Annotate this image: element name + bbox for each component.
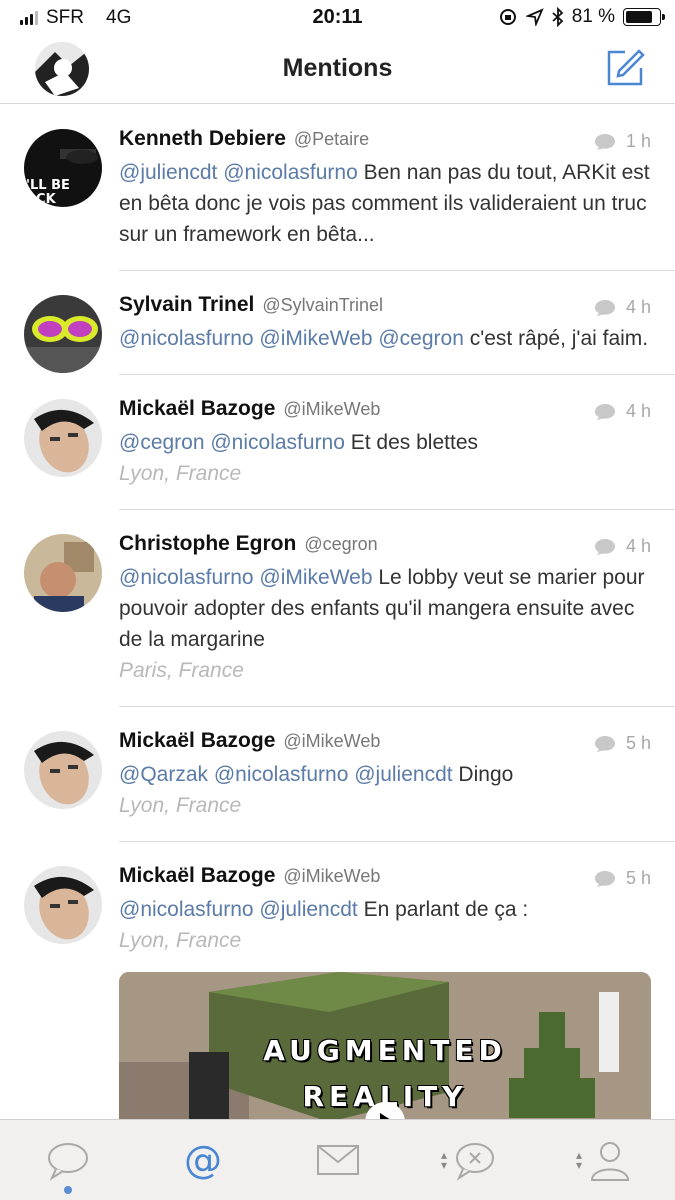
mentions-icon: @ xyxy=(184,1138,222,1182)
status-right: 81 % xyxy=(498,6,665,28)
author-name[interactable]: Christophe Egron xyxy=(119,532,296,556)
tweet-mentions[interactable]: @nicolasfurno @iMikeWeb xyxy=(119,566,373,589)
author-handle[interactable]: @iMikeWeb xyxy=(283,731,380,752)
battery-fill xyxy=(626,11,652,23)
tweet-mentions[interactable]: @cegron @nicolasfurno xyxy=(119,431,345,454)
tweet-meta: 5 h xyxy=(594,868,651,889)
tweet-location: Paris, France xyxy=(119,659,244,682)
tweet-location: Lyon, France xyxy=(119,794,242,817)
author-name[interactable]: Kenneth Debiere xyxy=(119,127,286,151)
tweet-header: Christophe Egron @cegron xyxy=(119,532,651,560)
tweet-time: 4 h xyxy=(625,297,651,317)
battery-icon xyxy=(623,8,665,26)
tweet-location: Lyon, France xyxy=(119,929,242,952)
tab-bar: @ ▴ ▾ ▴ ▾ xyxy=(0,1119,675,1200)
reply-bubble-icon xyxy=(594,735,615,752)
tweet-text: @Qarzak @nicolasfurno @juliencdt Dingo xyxy=(119,759,651,790)
reply-bubble-icon xyxy=(594,403,615,420)
reply-bubble-icon xyxy=(594,299,615,316)
tab-activity[interactable]: ▴ ▾ xyxy=(405,1120,540,1200)
tweet-header: Mickaël Bazoge @iMikeWeb xyxy=(119,864,651,892)
tweet-text: @nicolasfurno @iMikeWeb @cegron c'est râ… xyxy=(119,323,651,354)
author-name[interactable]: Mickaël Bazoge xyxy=(119,397,275,421)
author-handle[interactable]: @Petaire xyxy=(294,129,369,150)
user-avatar[interactable]: 'LL BE ACK xyxy=(24,129,102,207)
tweet-row[interactable]: Mickaël Bazoge @iMikeWeb 4 h @cegron @nicol… xyxy=(24,375,675,510)
video-caption-line-1: AUGMENTED xyxy=(263,1034,507,1067)
timeline-icon xyxy=(47,1143,88,1181)
tweet-text: @cegron @nicolasfurno Et des blettes xyxy=(119,427,651,458)
tweet-row[interactable]: 'LL BE ACK Kenneth Debiere @Petaire 1 h @juli… xyxy=(24,105,675,271)
tweet-mentions[interactable]: @nicolasfurno @juliencdt xyxy=(119,898,358,921)
tweet-text: @juliencdt @nicolasfurno Ben nan pas du … xyxy=(119,157,651,250)
swap-arrows-icon: ▴ ▾ xyxy=(441,1148,448,1172)
reply-bubble-icon xyxy=(594,133,615,150)
author-handle[interactable]: @iMikeWeb xyxy=(283,866,380,887)
author-handle[interactable]: @cegron xyxy=(304,534,377,555)
tweet-time: 5 h xyxy=(625,868,651,888)
tweet-meta: 5 h xyxy=(594,733,651,754)
author-handle[interactable]: @SylvainTrinel xyxy=(262,295,383,316)
tweet-row[interactable]: Sylvain Trinel @SylvainTrinel 4 h @nicolasf… xyxy=(24,271,675,375)
tweet-time: 4 h xyxy=(625,536,651,556)
tweet-mentions[interactable]: @Qarzak @nicolasfurno @juliencdt xyxy=(119,763,453,786)
orientation-lock-icon xyxy=(499,9,516,25)
battery-percent: 81 % xyxy=(571,6,615,27)
author-name[interactable]: Mickaël Bazoge xyxy=(119,864,275,888)
tweet-time: 1 h xyxy=(625,131,651,151)
tweet-row[interactable]: Christophe Egron @cegron 4 h @nicolasfurno … xyxy=(24,510,675,707)
tweet-row[interactable]: Mickaël Bazoge @iMikeWeb 5 h @Qarzak @nicol… xyxy=(24,707,675,842)
tweet-meta: 4 h xyxy=(594,297,651,318)
swap-arrows-icon: ▴ ▾ xyxy=(576,1148,583,1172)
tab-mentions[interactable]: @ xyxy=(135,1120,270,1200)
tweet-body: Et des blettes xyxy=(344,431,478,454)
navigation-bar: Mentions xyxy=(0,36,675,104)
messages-icon xyxy=(316,1145,359,1175)
author-name[interactable]: Sylvain Trinel xyxy=(119,293,254,317)
user-avatar[interactable] xyxy=(24,731,102,809)
tweet-mentions[interactable]: @juliencdt @nicolasfurno xyxy=(119,161,358,184)
bluetooth-icon xyxy=(552,7,563,27)
tweet-body: c'est râpé, j'ai faim. xyxy=(463,327,649,350)
tweet-body: Dingo xyxy=(452,763,514,786)
tab-timeline[interactable] xyxy=(0,1120,135,1200)
tweet-location: Lyon, France xyxy=(119,462,242,485)
profile-icon xyxy=(590,1142,629,1181)
status-bar: SFR 4G 20:11 81 % xyxy=(0,0,675,36)
tweet-text: @nicolasfurno @iMikeWeb Le lobby veut se… xyxy=(119,562,651,655)
user-avatar[interactable] xyxy=(24,866,102,944)
user-avatar[interactable] xyxy=(24,399,102,477)
svg-text:@: @ xyxy=(184,1138,222,1182)
location-icon xyxy=(525,8,544,26)
svg-text:ACK: ACK xyxy=(26,192,57,207)
page-title: Mentions xyxy=(282,54,393,82)
tweet-text: @nicolasfurno @juliencdt En parlant de ç… xyxy=(119,894,651,925)
reply-bubble-icon xyxy=(594,538,615,555)
tweet-meta: 4 h xyxy=(594,536,651,557)
tweet-mentions[interactable]: @nicolasfurno @iMikeWeb @cegron xyxy=(119,327,464,350)
author-name[interactable]: Mickaël Bazoge xyxy=(119,729,275,753)
user-avatar[interactable] xyxy=(24,295,102,373)
tweet-body: En parlant de ça : xyxy=(357,898,529,921)
mentions-feed[interactable]: 'LL BE ACK Kenneth Debiere @Petaire 1 h @juli… xyxy=(0,105,675,1173)
tweet-header: Kenneth Debiere @Petaire xyxy=(119,127,651,155)
tweet-header: Mickaël Bazoge @iMikeWeb xyxy=(119,397,651,425)
tweet-meta: 4 h xyxy=(594,401,651,422)
tweet-time: 4 h xyxy=(625,401,651,421)
tweet-header: Mickaël Bazoge @iMikeWeb xyxy=(119,729,651,757)
tab-profile[interactable]: ▴ ▾ xyxy=(540,1120,675,1200)
activity-icon xyxy=(455,1143,494,1181)
unread-dot xyxy=(63,1186,72,1194)
tweet-meta: 1 h xyxy=(594,131,651,152)
tweet-time: 5 h xyxy=(625,733,651,753)
reply-bubble-icon xyxy=(594,870,615,887)
author-handle[interactable]: @iMikeWeb xyxy=(283,399,380,420)
compose-icon[interactable] xyxy=(605,48,645,88)
tab-messages[interactable] xyxy=(270,1120,405,1200)
svg-text:'LL BE: 'LL BE xyxy=(26,178,70,193)
user-avatar[interactable] xyxy=(24,534,102,612)
tweet-header: Sylvain Trinel @SylvainTrinel xyxy=(119,293,651,321)
